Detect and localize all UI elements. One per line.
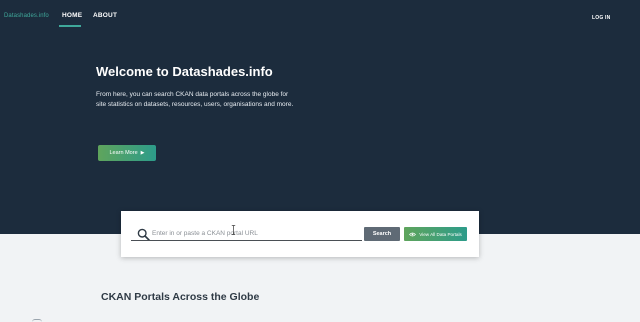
eye-icon: [409, 232, 417, 236]
section-title: CKAN Portals Across the Globe: [101, 291, 260, 303]
hero-section: Datashades.info HOME ABOUT LOG IN Welcom…: [0, 0, 640, 234]
top-navbar: Datashades.info HOME ABOUT LOG IN: [0, 0, 640, 30]
nav-about-link[interactable]: ABOUT: [93, 12, 117, 19]
learn-more-button[interactable]: Learn More ▶: [98, 145, 156, 161]
text-cursor-icon: [231, 225, 236, 235]
nav-home-link[interactable]: HOME: [62, 12, 82, 19]
caret-right-icon: ▶: [140, 149, 145, 156]
view-all-portals-button[interactable]: View All Data Portals: [404, 227, 467, 241]
search-button[interactable]: Search: [364, 227, 400, 241]
learn-more-label: Learn More: [109, 150, 138, 156]
active-nav-indicator: [59, 25, 81, 27]
portal-url-input[interactable]: [152, 226, 362, 240]
hero-description: From here, you can search CKAN data port…: [96, 91, 294, 108]
search-input-underline: [131, 240, 362, 241]
hero-title: Welcome to Datashades.info: [96, 64, 273, 79]
site-logo[interactable]: Datashades.info: [4, 13, 49, 19]
view-all-portals-label: View All Data Portals: [419, 231, 462, 237]
login-link[interactable]: LOG IN: [592, 15, 610, 21]
